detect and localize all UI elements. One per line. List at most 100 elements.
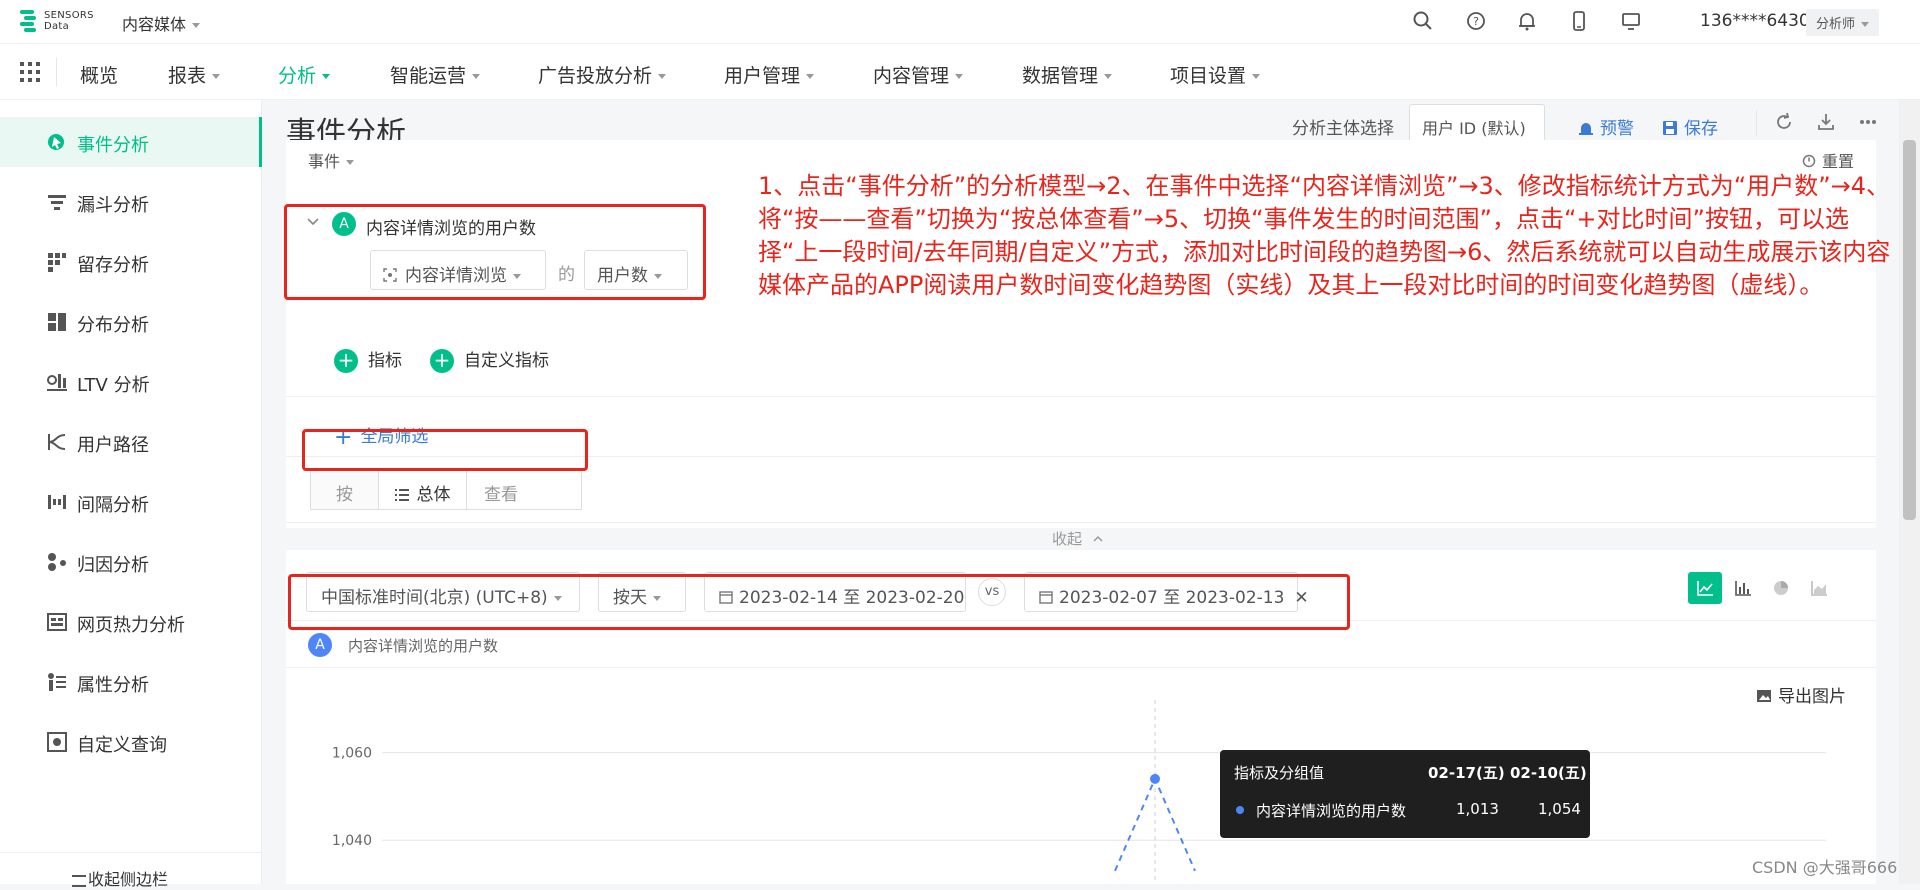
- subject-value: 用户 ID (默认): [1422, 119, 1526, 138]
- heatmap-icon: [47, 613, 67, 631]
- sidebar-item-custom-query[interactable]: 自定义查询: [0, 717, 262, 767]
- nav-divider: [56, 58, 57, 86]
- nav-reports[interactable]: 报表: [168, 61, 221, 88]
- nav-label: 智能运营: [390, 65, 467, 87]
- pie-chart-icon: [1774, 581, 1788, 595]
- add-custom-metric-label: 自定义指标: [464, 351, 549, 371]
- sidebar-item-user-path[interactable]: 用户路径: [0, 417, 262, 467]
- sidebar-item-distribution[interactable]: 分布分析: [0, 297, 262, 347]
- alert-button[interactable]: 预警: [1578, 114, 1634, 139]
- bar-chart-button[interactable]: [1726, 572, 1760, 604]
- role-label: 分析师: [1816, 17, 1856, 32]
- series-point[interactable]: [1150, 773, 1160, 784]
- user-account[interactable]: 136****6430: [1700, 11, 1810, 31]
- add-metric-button[interactable]: + 指标: [334, 346, 402, 373]
- reset-button[interactable]: 重置: [1802, 148, 1854, 172]
- annotation-box-groupby: [302, 429, 588, 471]
- events-dropdown[interactable]: 事件: [308, 148, 355, 172]
- y-tick-label: 1,060: [332, 746, 372, 762]
- bar-chart-icon: [1735, 581, 1751, 596]
- annotation-text: 1、点击“事件分析”的分析模型→2、在事件中选择“内容详情浏览”→3、修改指标统…: [758, 172, 1891, 299]
- plus-icon: +: [430, 349, 454, 373]
- sidebar-item-heatmap[interactable]: 网页热力分析: [0, 597, 262, 647]
- project-selector[interactable]: 内容媒体: [122, 11, 201, 35]
- event-analysis-icon: [48, 134, 64, 150]
- role-badge[interactable]: 分析师: [1806, 9, 1880, 36]
- project-name: 内容媒体: [122, 15, 187, 34]
- nav-analysis[interactable]: 分析: [278, 61, 331, 88]
- chevron-down-icon: [322, 74, 331, 79]
- nav-smart-ops[interactable]: 智能运营: [390, 61, 481, 88]
- sensors-logo[interactable]: SENSORS Data: [18, 6, 98, 38]
- series-line-compare: [1114, 776, 1196, 872]
- more-icon[interactable]: [1858, 112, 1878, 132]
- area-chart-button[interactable]: [1802, 572, 1836, 604]
- custom-query-icon: [47, 732, 67, 752]
- sidebar-item-label: 间隔分析: [77, 495, 149, 516]
- nav-label: 概览: [80, 65, 119, 87]
- legend-badge: A: [308, 633, 332, 657]
- save-button[interactable]: 保存: [1662, 114, 1718, 139]
- tooltip-val1: 1,013: [1456, 800, 1499, 818]
- chevron-down-icon: [212, 74, 221, 79]
- sidebar-item-event-analysis[interactable]: 事件分析: [0, 117, 262, 167]
- chevron-down-icon: [1104, 74, 1113, 79]
- funnel-icon: [48, 195, 66, 210]
- line-chart-icon: [1697, 581, 1713, 596]
- download-icon[interactable]: [1816, 112, 1836, 132]
- collapse-sidebar-icon: [72, 874, 86, 887]
- sidebar-item-label: 归因分析: [77, 555, 149, 576]
- sidebar-item-retention[interactable]: 留存分析: [0, 237, 262, 287]
- reset-label: 重置: [1822, 152, 1855, 171]
- chevron-up-icon: [1093, 535, 1103, 542]
- legend-label[interactable]: 内容详情浏览的用户数: [348, 635, 498, 656]
- sidebar-item-interval[interactable]: 间隔分析: [0, 477, 262, 527]
- top-bar: SENSORS Data 内容媒体 ? 136****6430 分析师: [0, 0, 1920, 44]
- group-by-select[interactable]: 总体: [379, 469, 467, 509]
- chevron-down-icon: [955, 74, 964, 79]
- plus-icon: +: [334, 349, 358, 373]
- add-custom-metric-button[interactable]: + 自定义指标: [430, 346, 549, 373]
- refresh-icon[interactable]: [1774, 112, 1794, 132]
- bell-icon[interactable]: [1516, 10, 1538, 32]
- chevron-down-icon: [472, 74, 481, 79]
- area-chart-icon: [1811, 581, 1827, 596]
- by-label: 按: [311, 469, 379, 509]
- mobile-icon[interactable]: [1568, 10, 1590, 32]
- search-icon[interactable]: [1412, 10, 1434, 32]
- line-chart-button[interactable]: [1688, 572, 1722, 604]
- nav-data-management[interactable]: 数据管理: [1022, 61, 1113, 88]
- sidebar-item-label: 漏斗分析: [77, 195, 149, 216]
- nav-project-settings[interactable]: 项目设置: [1170, 61, 1261, 88]
- logo-line2: Data: [44, 21, 70, 32]
- sidebar-item-attribute[interactable]: 属性分析: [0, 657, 262, 707]
- nav-overview[interactable]: 概览: [80, 61, 118, 88]
- monitor-icon[interactable]: [1620, 10, 1642, 32]
- nav-label: 数据管理: [1022, 65, 1099, 87]
- trend-chart: 1,060 1,040: [332, 700, 1826, 884]
- interval-icon: [48, 495, 66, 509]
- collapse-sidebar-button[interactable]: 收起侧边栏: [72, 866, 168, 890]
- sidebar-item-label: 网页热力分析: [77, 615, 185, 636]
- nav-user-management[interactable]: 用户管理: [724, 61, 815, 88]
- sidebar-item-ltv[interactable]: LTV 分析: [0, 357, 262, 407]
- save-icon: [1663, 121, 1677, 135]
- nav-label: 内容管理: [873, 65, 950, 87]
- apps-grid-icon[interactable]: [20, 62, 40, 82]
- sidebar-item-funnel[interactable]: 漏斗分析: [0, 177, 262, 227]
- logo-line1: SENSORS: [44, 10, 94, 21]
- help-icon[interactable]: ?: [1465, 10, 1487, 32]
- collapse-query-button[interactable]: 收起: [1052, 528, 1104, 549]
- sidebar-item-label: 自定义查询: [77, 735, 167, 756]
- nav-ad-analysis[interactable]: 广告投放分析: [538, 61, 667, 88]
- watermark: CSDN @大强哥666: [1752, 858, 1898, 877]
- pie-chart-button[interactable]: [1764, 572, 1798, 604]
- tooltip-col2: 02-10(五): [1510, 764, 1587, 782]
- sidebar-item-attribution[interactable]: 归因分析: [0, 537, 262, 587]
- nav-label: 分析: [278, 65, 317, 87]
- nav-content-management[interactable]: 内容管理: [873, 61, 964, 88]
- sidebar-item-label: LTV 分析: [77, 375, 150, 396]
- subject-select[interactable]: 用户 ID (默认): [1409, 104, 1545, 152]
- chevron-down-icon: [1252, 74, 1261, 79]
- sidebar-item-label: 用户路径: [77, 435, 149, 456]
